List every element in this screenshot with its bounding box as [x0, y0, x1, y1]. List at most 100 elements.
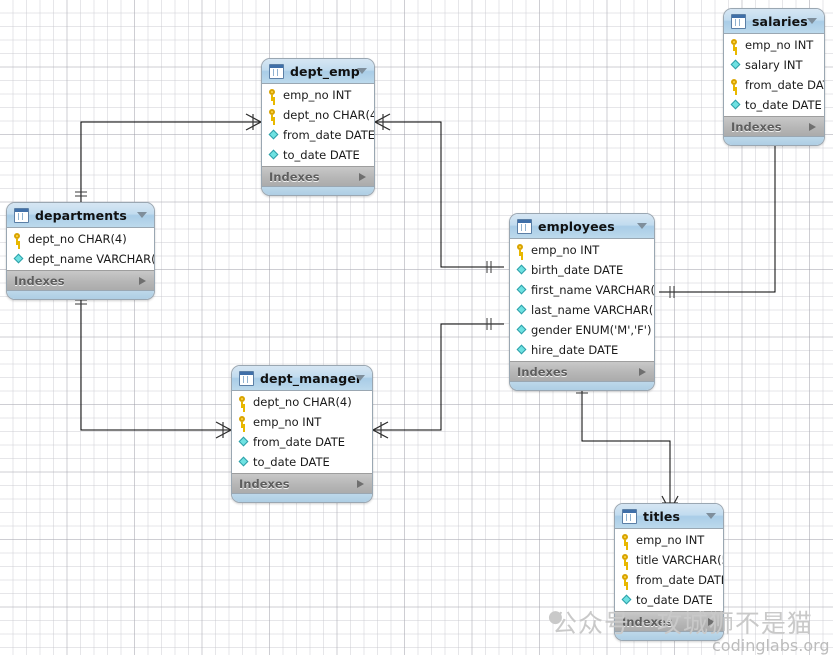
indexes-label: Indexes: [14, 273, 65, 288]
column-row[interactable]: to_date DATE: [262, 145, 374, 165]
table-header-dept_emp[interactable]: dept_emp: [262, 59, 374, 84]
link-departments-dept_manager: [80, 290, 219, 431]
chevron-right-icon[interactable]: [708, 617, 715, 626]
chevron-down-icon[interactable]: [137, 212, 147, 218]
column-row[interactable]: salary INT: [724, 55, 824, 75]
column-row[interactable]: first_name VARCHAR(14): [510, 280, 654, 300]
table-name: titles: [643, 508, 681, 524]
table-header-dept_manager[interactable]: dept_manager: [232, 366, 372, 391]
column-row[interactable]: gender ENUM('M','F'): [510, 320, 654, 340]
table-titles[interactable]: titles emp_no INT title VARCHAR(50) from_da…: [614, 503, 724, 641]
column-row[interactable]: from_date DATE: [232, 432, 372, 452]
diamond-icon: [621, 594, 632, 606]
chevron-right-icon[interactable]: [809, 122, 816, 131]
indexes-section-employees[interactable]: Indexes: [510, 361, 654, 381]
column-row[interactable]: emp_no INT: [724, 35, 824, 55]
column-label: dept_no CHAR(4): [28, 232, 127, 246]
key-icon: [730, 39, 741, 51]
key-icon: [268, 109, 279, 121]
key-icon: [621, 534, 632, 546]
column-row[interactable]: from_date DATE: [724, 75, 824, 95]
diamond-icon: [516, 324, 527, 336]
indexes-section-titles[interactable]: Indexes: [615, 611, 723, 631]
column-list: emp_no INT title VARCHAR(50) from_date DAT…: [615, 529, 723, 611]
table-footer: [232, 493, 372, 502]
chevron-down-icon[interactable]: [706, 513, 716, 519]
table-icon: [622, 508, 637, 524]
table-header-departments[interactable]: departments: [7, 203, 154, 228]
column-row[interactable]: emp_no INT: [510, 240, 654, 260]
column-label: from_date DATE: [283, 128, 375, 142]
column-row[interactable]: dept_no CHAR(4): [232, 392, 372, 412]
table-name: employees: [538, 218, 615, 234]
column-list: emp_no INT dept_no CHAR(4) from_date DATE t…: [262, 84, 374, 166]
column-row[interactable]: emp_no INT: [615, 530, 723, 550]
column-row[interactable]: hire_date DATE: [510, 340, 654, 360]
column-label: first_name VARCHAR(14): [531, 283, 655, 297]
key-icon: [516, 244, 527, 256]
link-employees-dept_manager: [376, 323, 504, 431]
chevron-down-icon[interactable]: [357, 68, 367, 74]
column-row[interactable]: to_date DATE: [724, 95, 824, 115]
column-row[interactable]: dept_name VARCHAR(40): [7, 249, 154, 269]
diamond-icon: [13, 253, 24, 265]
column-label: to_date DATE: [745, 98, 822, 112]
chevron-down-icon[interactable]: [637, 223, 647, 229]
column-label: to_date DATE: [636, 593, 713, 607]
column-row[interactable]: dept_no CHAR(4): [7, 229, 154, 249]
chevron-right-icon[interactable]: [639, 367, 646, 376]
indexes-section-departments[interactable]: Indexes: [7, 270, 154, 290]
table-name: departments: [35, 207, 127, 223]
table-footer: [615, 631, 723, 640]
table-header-employees[interactable]: employees: [510, 214, 654, 239]
indexes-section-dept_emp[interactable]: Indexes: [262, 166, 374, 186]
column-row[interactable]: dept_no CHAR(4): [262, 105, 374, 125]
table-icon: [269, 63, 284, 79]
table-departments[interactable]: departments dept_no CHAR(4) dept_name VARC…: [6, 202, 155, 300]
column-row[interactable]: to_date DATE: [615, 590, 723, 610]
table-name: dept_emp: [290, 63, 360, 79]
link-departments-dept_emp: [80, 121, 249, 202]
link-employees-titles: [581, 381, 671, 500]
key-icon: [268, 89, 279, 101]
chevron-down-icon[interactable]: [807, 18, 817, 24]
table-dept_manager[interactable]: dept_manager dept_no CHAR(4) emp_no INT fro…: [231, 365, 373, 503]
table-dept_emp[interactable]: dept_emp emp_no INT dept_no CHAR(4) from_da…: [261, 58, 375, 196]
link-employees-salaries: [659, 140, 776, 293]
table-footer: [7, 290, 154, 299]
column-row[interactable]: last_name VARCHAR(16): [510, 300, 654, 320]
indexes-section-salaries[interactable]: Indexes: [724, 116, 824, 136]
table-name: salaries: [752, 13, 808, 29]
table-header-titles[interactable]: titles: [615, 504, 723, 529]
card-many-dept_manager-right: [372, 421, 389, 439]
eer-diagram-canvas[interactable]: salaries emp_no INT salary INT from_date DA…: [0, 0, 833, 655]
table-header-salaries[interactable]: salaries: [724, 9, 824, 34]
column-label: dept_no CHAR(4): [283, 108, 375, 122]
table-icon: [14, 207, 29, 223]
chevron-down-icon[interactable]: [355, 375, 365, 381]
column-row[interactable]: from_date DATE: [615, 570, 723, 590]
column-label: from_date DATE: [745, 78, 824, 92]
table-icon: [517, 218, 532, 234]
table-employees[interactable]: employees emp_no INT birth_date DATE first_…: [509, 213, 655, 391]
chevron-right-icon[interactable]: [359, 172, 366, 181]
chevron-right-icon[interactable]: [357, 479, 364, 488]
indexes-label: Indexes: [239, 476, 290, 491]
indexes-section-dept_manager[interactable]: Indexes: [232, 473, 372, 493]
column-row[interactable]: title VARCHAR(50): [615, 550, 723, 570]
column-row[interactable]: emp_no INT: [262, 85, 374, 105]
column-label: emp_no INT: [636, 533, 705, 547]
card-many-dept_manager-left: [215, 421, 232, 439]
diamond-icon: [238, 456, 249, 468]
column-list: emp_no INT birth_date DATE first_name VARC…: [510, 239, 654, 361]
link-employees-dept_emp: [378, 121, 504, 268]
table-name: dept_manager: [260, 370, 363, 386]
table-salaries[interactable]: salaries emp_no INT salary INT from_date DA…: [723, 8, 825, 146]
column-row[interactable]: emp_no INT: [232, 412, 372, 432]
chevron-right-icon[interactable]: [139, 276, 146, 285]
column-row[interactable]: to_date DATE: [232, 452, 372, 472]
indexes-label: Indexes: [731, 119, 782, 134]
column-row[interactable]: birth_date DATE: [510, 260, 654, 280]
column-row[interactable]: from_date DATE: [262, 125, 374, 145]
diamond-icon: [238, 436, 249, 448]
